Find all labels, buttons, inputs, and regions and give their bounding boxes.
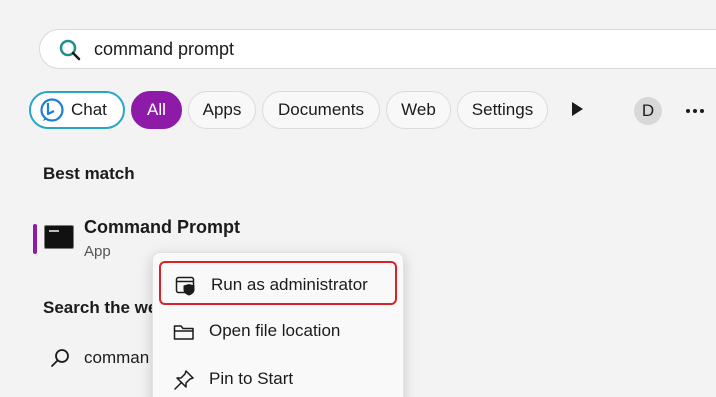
web-filter-label: Web [401, 100, 436, 119]
more-options-icon[interactable] [684, 103, 706, 119]
documents-filter-label: Documents [278, 100, 364, 119]
folder-icon [173, 325, 194, 340]
best-match-app-type: App [84, 243, 111, 260]
web-search-result[interactable]: comman [84, 348, 149, 368]
pin-to-start-label: Pin to Start [209, 369, 294, 388]
context-menu: Run as administrator Open file location … [152, 252, 404, 397]
search-web-heading: Search the we [43, 298, 158, 317]
command-prompt-icon[interactable] [44, 225, 74, 249]
chat-filter-button[interactable]: Chat [29, 91, 125, 129]
chat-filter-label: Chat [71, 100, 107, 119]
settings-filter-button[interactable]: Settings [457, 91, 548, 129]
search-input[interactable]: command prompt [94, 39, 234, 60]
web-filter-button[interactable]: Web [386, 91, 451, 129]
search-box[interactable]: command prompt [39, 29, 716, 69]
web-search-icon [51, 349, 69, 367]
all-filter-button[interactable]: All [131, 91, 182, 129]
selection-indicator [33, 224, 37, 254]
documents-filter-button[interactable]: Documents [262, 91, 380, 129]
more-filters-arrow-icon[interactable] [570, 101, 584, 117]
shield-window-icon [175, 276, 195, 296]
bing-chat-icon [40, 98, 64, 122]
apps-filter-label: Apps [202, 100, 242, 119]
search-icon [59, 39, 81, 61]
open-file-location-label: Open file location [209, 321, 341, 340]
run-as-administrator-menu-item[interactable]: Run as administrator [159, 261, 397, 305]
open-file-location-menu-item[interactable]: Open file location [159, 309, 397, 353]
apps-filter-button[interactable]: Apps [188, 91, 256, 129]
settings-filter-label: Settings [471, 100, 534, 119]
best-match-app-name[interactable]: Command Prompt [84, 217, 240, 238]
run-as-administrator-label: Run as administrator [211, 275, 368, 294]
account-avatar[interactable]: D [634, 97, 662, 125]
pin-to-start-menu-item[interactable]: Pin to Start [159, 357, 397, 397]
all-filter-label: All [147, 100, 166, 119]
best-match-heading: Best match [43, 164, 135, 183]
pin-icon [174, 370, 194, 390]
